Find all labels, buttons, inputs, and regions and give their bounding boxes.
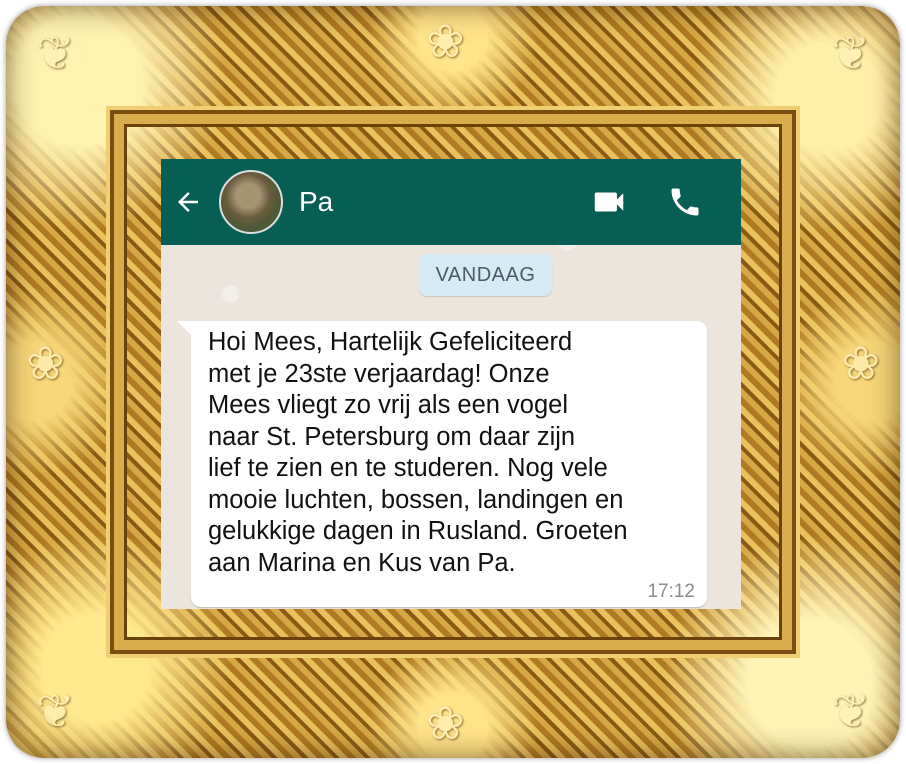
voice-call-button[interactable]: [665, 182, 705, 222]
frame-ornament-top-right: ❦: [831, 26, 870, 80]
frame-ornament-right-center: ❀: [841, 336, 880, 390]
message-timestamp: 17:12: [647, 581, 695, 602]
frame-ornament-bottom-right: ❦: [831, 684, 870, 738]
video-camera-icon: [594, 192, 624, 212]
chat-header: Pa: [161, 159, 741, 245]
avatar[interactable]: [219, 170, 283, 234]
phone-icon: [671, 188, 699, 216]
incoming-message-bubble[interactable]: Hoi Mees, Hartelijk Gefeliciteerd met je…: [177, 321, 707, 607]
date-separator: VANDAAG: [419, 254, 552, 296]
video-call-button[interactable]: [589, 182, 629, 222]
arrow-left-icon: [178, 192, 198, 212]
message-text: Hoi Mees, Hartelijk Gefeliciteerd met je…: [208, 328, 628, 577]
chat-screen: Pa VANDAAG Hoi Mees, Hartelijk Gefelicit…: [161, 159, 741, 609]
frame-ornament-bottom-center: ❀: [426, 696, 465, 750]
contact-name[interactable]: Pa: [299, 186, 589, 218]
frame-ornament-bottom-left: ❦: [36, 684, 75, 738]
frame-ornament-top-center: ❀: [426, 14, 465, 68]
frame-ornament-left-center: ❀: [26, 336, 65, 390]
frame-ornament-top-left: ❦: [36, 26, 75, 80]
back-button[interactable]: [161, 187, 217, 217]
